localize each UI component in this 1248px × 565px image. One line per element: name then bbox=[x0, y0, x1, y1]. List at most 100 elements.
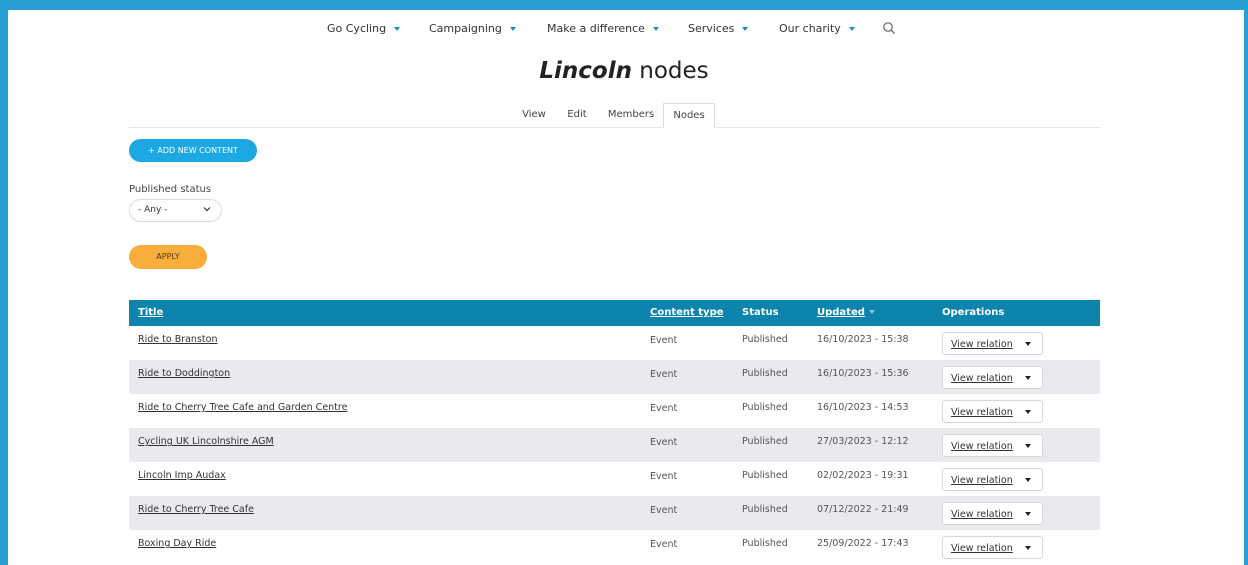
search-icon[interactable] bbox=[882, 21, 896, 35]
nav-label: Go Cycling bbox=[327, 22, 387, 35]
operations-dropdown-toggle[interactable] bbox=[1020, 506, 1038, 521]
caret-down-icon bbox=[394, 27, 401, 31]
tab-label: Nodes bbox=[673, 110, 705, 121]
column-header-operations: Operations bbox=[942, 307, 1005, 318]
operations-dropdown-toggle[interactable] bbox=[1020, 472, 1038, 487]
nav-services[interactable]: Services bbox=[688, 22, 749, 35]
row-operations: View relation bbox=[942, 400, 1043, 423]
published-status-select[interactable]: - Any - bbox=[129, 199, 222, 222]
row-updated: 25/09/2022 - 17:43 bbox=[817, 538, 909, 549]
view-relation-link[interactable]: View relation bbox=[951, 509, 1013, 520]
row-content-type: Event bbox=[650, 335, 678, 346]
apply-button[interactable]: APPLY bbox=[129, 245, 207, 269]
page-title-suffix: nodes bbox=[639, 58, 709, 84]
row-status: Published bbox=[742, 538, 788, 549]
view-relation-link[interactable]: View relation bbox=[951, 373, 1013, 384]
row-updated: 27/03/2023 - 12:12 bbox=[817, 436, 909, 447]
table-row: Cycling UK Lincolnshire AGM Event Publis… bbox=[129, 428, 1100, 462]
nav-label: Make a difference bbox=[547, 22, 645, 35]
operations-dropdown-toggle[interactable] bbox=[1020, 438, 1038, 453]
row-status: Published bbox=[742, 504, 788, 515]
tab-label: Members bbox=[607, 109, 655, 120]
caret-down-icon bbox=[652, 27, 659, 31]
row-operations: View relation bbox=[942, 332, 1043, 355]
row-operations: View relation bbox=[942, 468, 1043, 491]
operations-dropdown-toggle[interactable] bbox=[1020, 540, 1038, 555]
row-status: Published bbox=[742, 436, 788, 447]
row-updated: 16/10/2023 - 15:36 bbox=[817, 368, 909, 379]
row-operations: View relation bbox=[942, 434, 1043, 457]
row-title-link[interactable]: Lincoln Imp Audax bbox=[138, 470, 226, 481]
local-tasks-tabs: View Edit Members Nodes bbox=[129, 103, 1101, 128]
view-relation-link[interactable]: View relation bbox=[951, 441, 1013, 452]
chevron-down-icon bbox=[203, 207, 211, 212]
row-title-link[interactable]: Ride to Branston bbox=[138, 334, 217, 345]
table-header: Title Content type Status Updated Operat… bbox=[129, 300, 1100, 326]
row-operations: View relation bbox=[942, 502, 1043, 525]
row-content-type: Event bbox=[650, 505, 678, 516]
tab-edit[interactable]: Edit bbox=[562, 103, 592, 128]
table-row: Ride to Branston Event Published 16/10/2… bbox=[129, 326, 1100, 360]
main-navigation: Go Cycling Campaigning Make a difference… bbox=[0, 20, 1248, 42]
row-updated: 16/10/2023 - 15:38 bbox=[817, 334, 909, 345]
operations-dropdown-toggle[interactable] bbox=[1020, 404, 1038, 419]
caret-down-icon bbox=[848, 27, 855, 31]
tab-view[interactable]: View bbox=[519, 103, 549, 128]
operations-dropdown-toggle[interactable] bbox=[1020, 370, 1038, 385]
view-relation-link[interactable]: View relation bbox=[951, 339, 1013, 350]
row-content-type: Event bbox=[650, 403, 678, 414]
table-row: Ride to Doddington Event Published 16/10… bbox=[129, 360, 1100, 394]
table-row: Ride to Cherry Tree Cafe and Garden Cent… bbox=[129, 394, 1100, 428]
view-relation-link[interactable]: View relation bbox=[951, 543, 1013, 554]
nav-label: Campaigning bbox=[429, 22, 502, 35]
nav-campaigning[interactable]: Campaigning bbox=[429, 22, 516, 35]
nav-make-a-difference[interactable]: Make a difference bbox=[547, 22, 659, 35]
row-status: Published bbox=[742, 402, 788, 413]
row-title-link[interactable]: Ride to Doddington bbox=[138, 368, 230, 379]
column-header-updated-wrap: Updated bbox=[817, 307, 875, 318]
tab-members[interactable]: Members bbox=[604, 103, 658, 128]
nodes-table: Title Content type Status Updated Operat… bbox=[129, 300, 1100, 564]
nav-go-cycling[interactable]: Go Cycling bbox=[327, 22, 401, 35]
row-status: Published bbox=[742, 470, 788, 481]
table-row: Lincoln Imp Audax Event Published 02/02/… bbox=[129, 462, 1100, 496]
page-title: Lincoln nodes bbox=[0, 58, 1248, 84]
tab-label: View bbox=[522, 109, 546, 120]
row-status: Published bbox=[742, 334, 788, 345]
select-value: - Any - bbox=[138, 205, 168, 215]
published-status-label: Published status bbox=[129, 184, 212, 195]
nav-label: Our charity bbox=[779, 22, 841, 35]
row-content-type: Event bbox=[650, 369, 678, 380]
row-operations: View relation bbox=[942, 536, 1043, 559]
column-header-updated[interactable]: Updated bbox=[817, 307, 865, 318]
table-row: Ride to Cherry Tree Cafe Event Published… bbox=[129, 496, 1100, 530]
tab-label: Edit bbox=[567, 109, 587, 120]
column-header-title[interactable]: Title bbox=[138, 307, 163, 318]
caret-down-icon bbox=[509, 27, 516, 31]
column-header-content-type[interactable]: Content type bbox=[650, 307, 724, 318]
row-status: Published bbox=[742, 368, 788, 379]
nav-label: Services bbox=[688, 22, 735, 35]
row-title-link[interactable]: Ride to Cherry Tree Cafe bbox=[138, 504, 254, 515]
column-header-status: Status bbox=[742, 307, 779, 318]
row-content-type: Event bbox=[650, 471, 678, 482]
row-content-type: Event bbox=[650, 539, 678, 550]
view-relation-link[interactable]: View relation bbox=[951, 475, 1013, 486]
tab-nodes[interactable]: Nodes bbox=[663, 103, 715, 128]
row-updated: 07/12/2022 - 21:49 bbox=[817, 504, 909, 515]
add-new-content-button[interactable]: + ADD NEW CONTENT bbox=[129, 139, 257, 162]
page-title-city: Lincoln bbox=[539, 58, 632, 84]
row-updated: 02/02/2023 - 19:31 bbox=[817, 470, 909, 481]
operations-dropdown-toggle[interactable] bbox=[1020, 336, 1038, 351]
row-operations: View relation bbox=[942, 366, 1043, 389]
table-row: Boxing Day Ride Event Published 25/09/20… bbox=[129, 530, 1100, 564]
row-updated: 16/10/2023 - 14:53 bbox=[817, 402, 909, 413]
row-content-type: Event bbox=[650, 437, 678, 448]
nav-our-charity[interactable]: Our charity bbox=[779, 22, 855, 35]
view-relation-link[interactable]: View relation bbox=[951, 407, 1013, 418]
row-title-link[interactable]: Cycling UK Lincolnshire AGM bbox=[138, 436, 274, 447]
row-title-link[interactable]: Boxing Day Ride bbox=[138, 538, 216, 549]
sort-descending-icon bbox=[868, 310, 875, 314]
caret-down-icon bbox=[742, 27, 749, 31]
row-title-link[interactable]: Ride to Cherry Tree Cafe and Garden Cent… bbox=[138, 402, 347, 413]
